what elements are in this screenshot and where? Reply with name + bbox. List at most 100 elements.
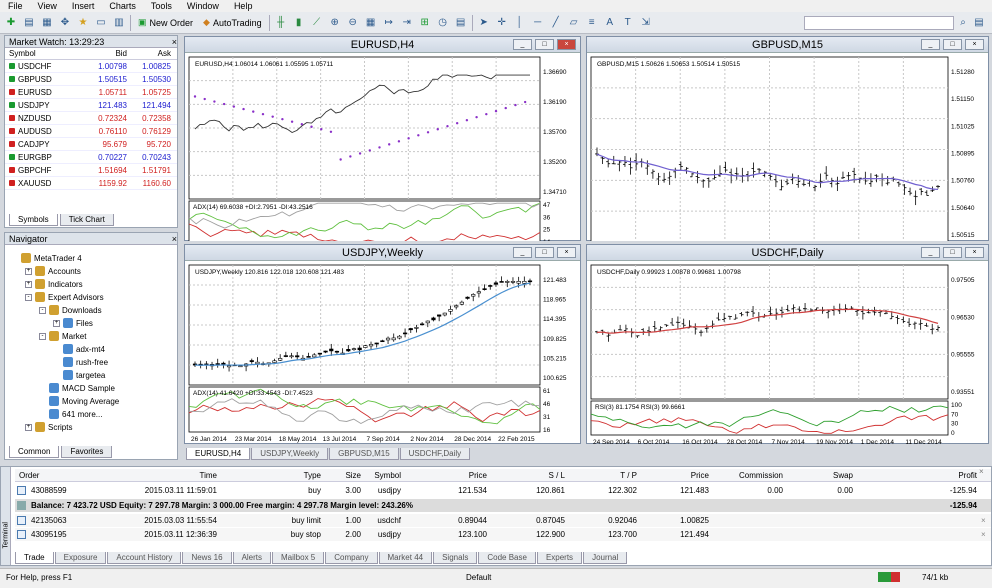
minimize-icon[interactable]: _ [513,247,532,258]
navigator-item[interactable]: + Files [53,318,93,328]
tab-favorites[interactable]: Favorites [61,446,113,458]
close-icon[interactable]: × [557,39,576,50]
chart-window[interactable]: EURUSD,H4 _ □ × 1.36690 1.36190 1.35700 1.35200… [184,36,581,241]
market-watch-row[interactable]: GBPUSD 1.50515 1.50530 [5,73,177,86]
navigator-item[interactable]: MACD Sample [39,383,115,393]
crosshair-icon[interactable]: ✛ [495,16,509,30]
navigator-item[interactable]: targetea [53,370,105,380]
market-watch-row[interactable]: EURGBP 0.70227 0.70243 [5,151,177,164]
close-icon[interactable]: × [172,234,177,244]
tab-common[interactable]: Common [9,446,60,458]
price-chart[interactable]: 1.36690 1.36190 1.35700 1.35200 1.34710 EURUS… [185,53,580,241]
terminal-col-header[interactable]: Symbol [374,471,401,480]
chart-title-bar[interactable]: USDJPY,Weekly _ □ × [185,245,580,261]
text-icon[interactable]: A [603,16,617,30]
market-watch-row[interactable]: GBPCHF 1.51694 1.51791 [5,164,177,177]
trendline-icon[interactable]: ╱ [549,16,563,30]
maximize-icon[interactable]: □ [943,247,962,258]
maximize-icon[interactable]: □ [535,39,554,50]
chart-tab-gbpusd[interactable]: GBPUSD,M15 [329,448,399,460]
chart-title-bar[interactable]: EURUSD,H4 _ □ × [185,37,580,53]
navigator-item[interactable]: - Expert Advisors [25,292,104,302]
navigator-item[interactable]: - Downloads [39,305,102,315]
chart-title-bar[interactable]: USDCHF,Daily _ □ × [587,245,988,261]
new-chart-icon[interactable]: ✚ [4,16,18,30]
market-watch-row[interactable]: XAUUSD 1159.92 1160.60 [5,177,177,190]
close-icon[interactable]: × [965,39,984,50]
search-input[interactable] [804,15,954,30]
navigator-icon[interactable]: ★ [76,16,90,30]
navigator-item[interactable]: + Scripts [25,422,72,432]
strategy-tester-icon[interactable]: ▥ [112,16,126,30]
menu-file[interactable]: File [8,1,23,11]
market-watch-row[interactable]: CADJPY 95.679 95.720 [5,138,177,151]
chart-title-bar[interactable]: GBPUSD,M15 _ □ × [587,37,988,53]
terminal-tab[interactable]: Code Base [478,552,536,564]
close-icon[interactable]: × [979,467,984,476]
price-chart[interactable]: 121.483 118.965 114.395 109.825 105.215 100.6… [185,261,580,444]
bar-chart-icon[interactable]: ╫ [274,16,288,30]
maximize-icon[interactable]: □ [943,39,962,50]
expand-icon[interactable]: - [39,332,46,340]
equidistant-channel-icon[interactable]: ▱ [567,16,581,30]
terminal-tab[interactable]: Mailbox 5 [272,552,325,564]
navigator-item[interactable]: rush-free [53,357,108,367]
delete-order-icon[interactable]: × [981,530,986,539]
tile-windows-icon[interactable]: ▦ [364,16,378,30]
chart-tab-eurusd[interactable]: EURUSD,H4 [186,448,251,460]
chart-window[interactable]: GBPUSD,M15 _ □ × 1.51280 1.51150 1.51025 1.5089… [586,36,989,241]
terminal-col-header[interactable]: Time [200,471,217,480]
menu-charts[interactable]: Charts [109,1,136,11]
terminal-tab[interactable]: Alerts [232,552,272,564]
minimize-icon[interactable]: _ [513,39,532,50]
autotrading-button[interactable]: ◆ AutoTrading [200,17,265,28]
community-icon[interactable]: ▤ [972,16,986,30]
price-chart[interactable]: 0.97505 0.96530 0.95555 0.93551 USDCHF,Daily… [587,261,988,444]
terminal-col-header[interactable]: Price [691,471,709,480]
col-bid[interactable]: Bid [77,49,127,58]
arrows-icon[interactable]: ⇲ [639,16,653,30]
expand-icon[interactable]: + [25,423,32,431]
expand-icon[interactable]: + [53,319,60,327]
navigator-item[interactable]: + Indicators [25,279,83,289]
profiles-icon[interactable]: ▤ [22,16,36,30]
status-profile[interactable]: Default [466,573,491,582]
vertical-line-icon[interactable]: │ [513,16,527,30]
terminal-row[interactable]: 43095195 2015.03.11 12:36:39 buy stop 2.00 u… [15,528,991,541]
chart-window[interactable]: USDJPY,Weekly _ □ × 121.483 118.965 114.395 109… [184,244,581,444]
close-icon[interactable]: × [965,247,984,258]
navigator-item[interactable]: - Market [39,331,86,341]
terminal-tab[interactable]: Trade [15,552,54,564]
market-watch-icon[interactable]: ▦ [40,16,54,30]
templates-icon[interactable]: ▤ [454,16,468,30]
close-icon[interactable]: × [557,247,576,258]
terminal-row[interactable]: 42135063 2015.03.03 11:55:54 buy limit 1.00… [15,514,991,527]
col-symbol[interactable]: Symbol [5,49,77,58]
terminal-tab[interactable]: Signals [433,552,478,564]
menu-window[interactable]: Window [187,1,219,11]
zoom-in-icon[interactable]: ⊕ [328,16,342,30]
search-icon[interactable]: ⌕ [956,16,970,30]
market-watch-row[interactable]: NZDUSD 0.72324 0.72358 [5,112,177,125]
candlestick-icon[interactable]: ▮ [292,16,306,30]
tab-tick-chart[interactable]: Tick Chart [59,214,114,226]
menu-view[interactable]: View [38,1,57,11]
terminal-tab[interactable]: Market 44 [378,552,433,564]
chart-tab-usdchf[interactable]: USDCHF,Daily [399,448,471,460]
menu-insert[interactable]: Insert [72,1,95,11]
close-icon[interactable]: × [172,37,177,47]
horizontal-line-icon[interactable]: ─ [531,16,545,30]
expand-icon[interactable]: - [39,306,46,314]
new-order-button[interactable]: ▣ New Order [135,17,196,28]
expand-icon[interactable]: + [25,280,32,288]
terminal-tab[interactable]: Journal [583,552,628,564]
fibonacci-icon[interactable]: ≡ [585,16,599,30]
periods-icon[interactable]: ◷ [436,16,450,30]
expand-icon[interactable]: - [25,293,32,301]
navigator-item[interactable]: adx-mt4 [53,344,105,354]
autoscroll-icon[interactable]: ↦ [382,16,396,30]
terminal-tab[interactable]: Company [325,552,378,564]
terminal-tab[interactable]: Exposure [54,552,107,564]
navigator-item[interactable]: MetaTrader 4 [11,253,82,263]
terminal-col-header[interactable]: Profit [958,471,977,480]
